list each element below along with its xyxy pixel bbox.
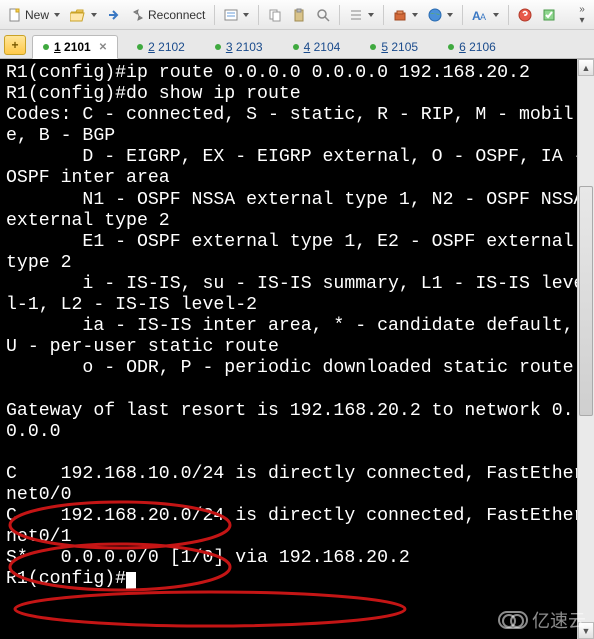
separator: [339, 5, 340, 25]
help-icon: [518, 8, 532, 22]
scroll-thumb[interactable]: [579, 186, 593, 416]
forward-button[interactable]: [103, 6, 125, 24]
paste-button[interactable]: [288, 6, 310, 24]
search-icon: [316, 8, 330, 22]
status-dot-icon: [137, 44, 143, 50]
main-toolbar: New Reconnect AA: [0, 0, 594, 30]
terminal[interactable]: R1(config)#ip route 0.0.0.0 0.0.0.0 192.…: [0, 59, 594, 639]
separator: [462, 5, 463, 25]
terminal-cursor: [126, 572, 136, 589]
font-icon: AA: [472, 8, 488, 22]
new-file-icon: [8, 8, 22, 22]
arrow-right-icon: [107, 8, 121, 22]
dropdown-icon: [412, 13, 418, 17]
close-tab-icon[interactable]: ✕: [99, 42, 107, 53]
properties-button[interactable]: [220, 6, 253, 24]
copy-icon: [268, 8, 282, 22]
terminal-pane: R1(config)#ip route 0.0.0.0 0.0.0.0 192.…: [0, 59, 594, 639]
dropdown-icon: [368, 13, 374, 17]
separator: [508, 5, 509, 25]
check-button[interactable]: [538, 6, 560, 24]
font-button[interactable]: AA: [468, 6, 503, 24]
dropdown-icon: [54, 13, 60, 17]
options-button[interactable]: [345, 6, 378, 24]
dropdown-icon: [493, 13, 499, 17]
check-icon: [542, 8, 556, 22]
dropdown-icon: [447, 13, 453, 17]
paste-icon: [292, 8, 306, 22]
find-button[interactable]: [312, 6, 334, 24]
reconnect-icon: [131, 8, 145, 22]
tab-5[interactable]: 5 2105: [359, 35, 429, 58]
separator: [383, 5, 384, 25]
copy-button[interactable]: [264, 6, 286, 24]
status-dot-icon: [215, 44, 221, 50]
dropdown-icon: [243, 13, 249, 17]
scroll-track[interactable]: [578, 76, 594, 622]
status-dot-icon: [448, 44, 454, 50]
scroll-up-button[interactable]: ▲: [578, 59, 594, 76]
properties-icon: [224, 8, 238, 22]
toolbar-overflow[interactable]: »▾: [574, 4, 590, 26]
separator: [214, 5, 215, 25]
tab-bar: + 1 2101 ✕ 2 2102 3 2103 4 2104 5 2105 6…: [0, 30, 594, 59]
status-dot-icon: [43, 44, 49, 50]
globe-button[interactable]: [424, 6, 457, 24]
tab-3[interactable]: 3 2103: [204, 35, 274, 58]
folder-open-icon: [70, 8, 86, 22]
globe-icon: [428, 8, 442, 22]
help-button[interactable]: [514, 6, 536, 24]
reconnect-button[interactable]: Reconnect: [127, 6, 209, 24]
tab-2[interactable]: 2 2102: [126, 35, 196, 58]
add-tab-button[interactable]: +: [4, 35, 26, 55]
tab-1[interactable]: 1 2101 ✕: [32, 35, 118, 59]
svg-text:A: A: [480, 12, 486, 22]
tab-6[interactable]: 6 2106: [437, 35, 507, 58]
status-dot-icon: [370, 44, 376, 50]
scrollbar: ▲ ▼: [577, 59, 594, 639]
reconnect-label: Reconnect: [148, 8, 205, 22]
tab-4[interactable]: 4 2104: [282, 35, 352, 58]
dropdown-icon: [91, 13, 97, 17]
list-icon: [349, 8, 363, 22]
toolbox-icon: [393, 8, 407, 22]
new-button-label: New: [25, 8, 49, 22]
separator: [258, 5, 259, 25]
scroll-down-button[interactable]: ▼: [578, 622, 594, 639]
tools-button[interactable]: [389, 6, 422, 24]
new-button[interactable]: New: [4, 6, 64, 24]
status-dot-icon: [293, 44, 299, 50]
open-button[interactable]: [66, 6, 101, 24]
